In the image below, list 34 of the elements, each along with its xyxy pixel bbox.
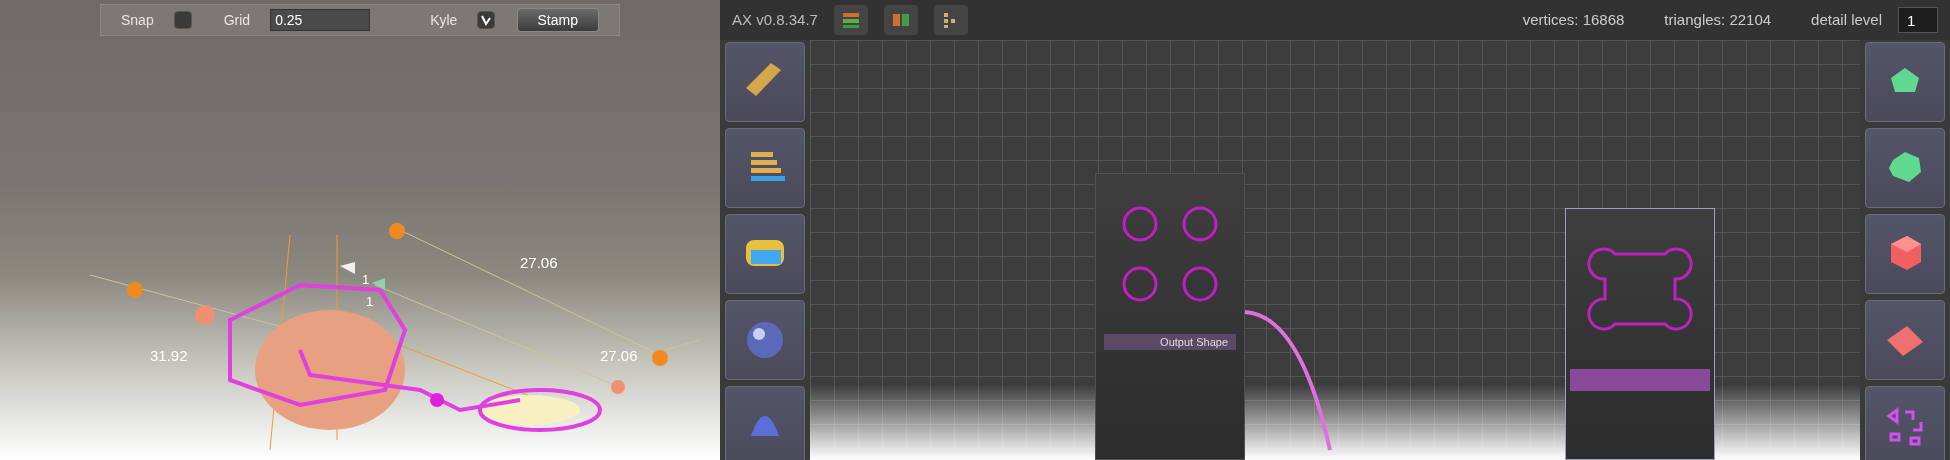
tool-button[interactable]: [1865, 42, 1945, 122]
detail-level-label: detail level: [1811, 9, 1882, 30]
axis-label: 1: [366, 293, 374, 311]
kyle-label: Kyle: [430, 10, 458, 30]
node-card[interactable]: [1565, 208, 1715, 460]
check-icon: [480, 14, 493, 26]
dimension-label: 27.06: [520, 253, 558, 273]
tool-button[interactable]: [725, 214, 805, 294]
snap-label: Snap: [121, 10, 154, 30]
axis-label: 1: [362, 271, 370, 289]
tool-button[interactable]: [1865, 214, 1945, 294]
triangles-count: triangles: 22104: [1664, 9, 1772, 30]
toolbar-button[interactable]: [883, 5, 918, 35]
detail-level-input[interactable]: 1: [1898, 7, 1938, 33]
tool-button[interactable]: [1865, 386, 1945, 460]
output-port[interactable]: Output Shape: [1104, 334, 1236, 350]
tool-button[interactable]: [725, 128, 805, 208]
tool-button[interactable]: [1865, 300, 1945, 380]
toolbar-button[interactable]: [933, 5, 968, 35]
grid-input[interactable]: 0.25: [270, 9, 371, 31]
version-label: AX v0.8.34.7: [732, 9, 818, 30]
cone-icon: [751, 416, 779, 436]
tool-button[interactable]: [1865, 128, 1945, 208]
node-card[interactable]: Output Shape: [1095, 173, 1245, 460]
grid-label: Grid: [223, 10, 251, 30]
checkbox[interactable]: [173, 11, 192, 29]
stamp-button[interactable]: Stamp: [516, 8, 599, 32]
checkbox[interactable]: [477, 11, 496, 29]
vertices-count: vertices: 16868: [1522, 9, 1625, 30]
stack-icon: [840, 11, 861, 29]
tool-button[interactable]: [725, 42, 805, 122]
dimension-label: 27.06: [600, 346, 638, 366]
dimension-label: 31.92: [150, 346, 188, 366]
toolbar-button[interactable]: [833, 5, 868, 35]
